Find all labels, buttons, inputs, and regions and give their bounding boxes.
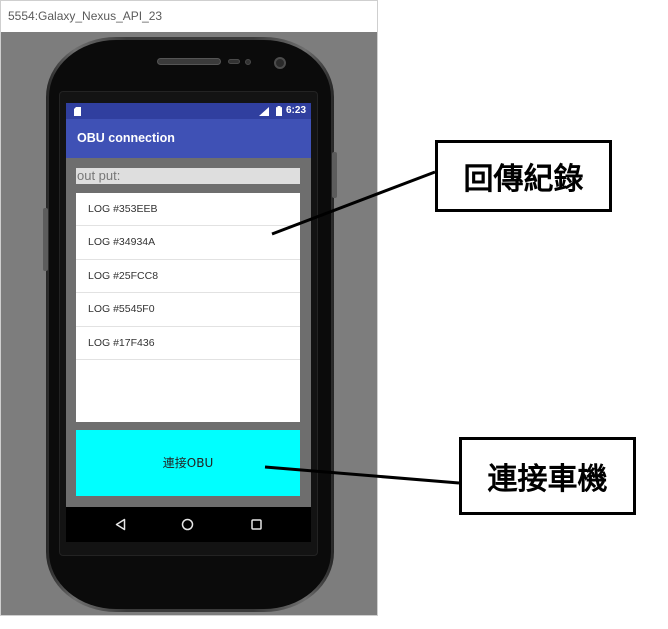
callout-log-history: 回傳紀錄 [435, 140, 612, 212]
list-item[interactable]: LOG #17F436 [76, 327, 300, 360]
callout-connect-device: 連接車機 [459, 437, 636, 515]
status-bar: 6:23 [66, 103, 311, 119]
proximity-sensor [228, 59, 240, 64]
connect-obu-button[interactable]: 連接OBU [76, 430, 300, 496]
power-button[interactable] [43, 208, 48, 271]
light-sensor [245, 59, 251, 65]
home-icon[interactable] [181, 518, 194, 531]
list-item-label: LOG #353EEB [88, 203, 158, 215]
sd-card-icon [74, 107, 81, 116]
app-bar: OBU connection [66, 119, 311, 158]
front-camera [274, 57, 286, 69]
list-item-label: LOG #17F436 [88, 336, 155, 349]
list-item[interactable]: LOG #353EEB [76, 193, 300, 227]
output-field: out put: [76, 168, 300, 184]
device-screen: 6:23 OBU connection out put: LOG #353EEB… [66, 103, 311, 542]
list-item-label: LOG #25FCC8 [88, 269, 159, 282]
volume-button[interactable] [332, 152, 337, 198]
log-list[interactable]: LOG #353EEB LOG #34934A LOG #25FCC8 LOG … [76, 193, 300, 422]
list-item[interactable]: LOG #25FCC8 [76, 260, 300, 294]
callout-connect-device-text: 連接車機 [487, 462, 608, 497]
back-icon[interactable] [114, 518, 127, 531]
list-item[interactable]: LOG #34934A [76, 226, 300, 260]
speaker-grille [157, 58, 221, 65]
list-item[interactable]: LOG #5545F0 [76, 293, 300, 327]
emulator-title-bar[interactable]: 5554:Galaxy_Nexus_API_23 [0, 0, 378, 32]
callout-log-history-text: 回傳紀錄 [463, 162, 584, 197]
output-text: out put: [77, 168, 121, 183]
navigation-bar [66, 507, 311, 542]
status-time: 6:23 [286, 105, 307, 116]
battery-icon [276, 106, 282, 116]
emulator-title: 5554:Galaxy_Nexus_API_23 [8, 9, 163, 23]
emulator-window: 5554:Galaxy_Nexus_API_23 6:23 OBU connec… [0, 0, 378, 616]
app-title: OBU connection [77, 131, 175, 145]
recents-icon[interactable] [250, 518, 263, 531]
list-item-label: LOG #34934A [88, 236, 156, 249]
signal-icon [259, 107, 269, 116]
list-item-label: LOG #5545F0 [88, 303, 155, 316]
content-area: out put: LOG #353EEB LOG #34934A LOG #25… [66, 158, 311, 507]
